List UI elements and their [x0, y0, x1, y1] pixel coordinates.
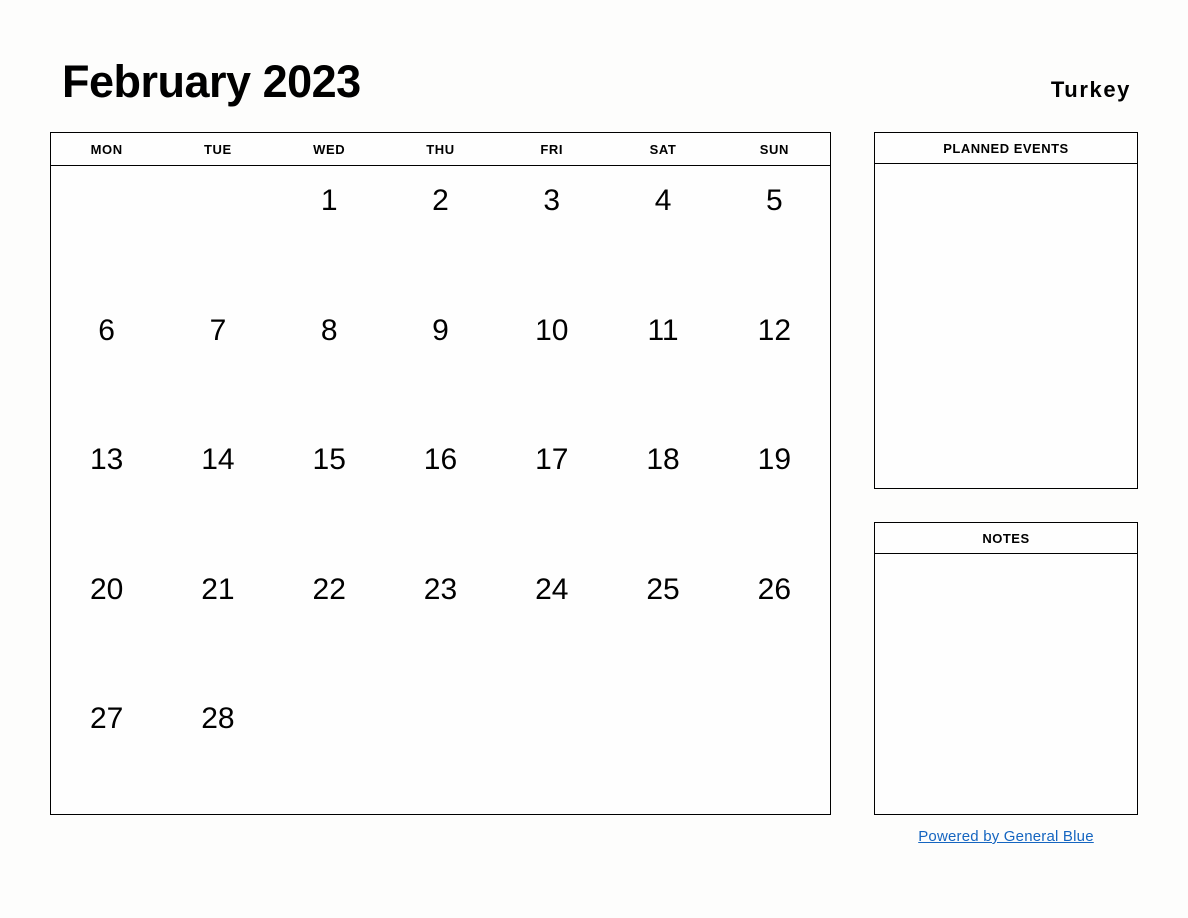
planned-events-body[interactable] [875, 164, 1137, 488]
day-number: 4 [654, 184, 672, 217]
week-row: 13 14 15 16 17 18 19 [51, 425, 830, 555]
calendar-page: February 2023 Turkey MON TUE WED THU FRI… [0, 0, 1188, 918]
planned-events-title: PLANNED EVENTS [875, 133, 1137, 164]
day-cell[interactable] [385, 684, 496, 814]
notes-panel: NOTES [874, 522, 1138, 815]
day-cell[interactable]: 18 [607, 425, 718, 555]
day-cell[interactable]: 8 [274, 296, 385, 426]
day-cell[interactable]: 4 [607, 166, 718, 296]
day-cell[interactable]: 14 [162, 425, 273, 555]
day-number: 5 [765, 184, 783, 217]
weekday-header-tue: TUE [204, 141, 232, 157]
day-cell[interactable]: 11 [607, 296, 718, 426]
page-header: February 2023 Turkey [0, 0, 1188, 132]
day-number: 9 [432, 313, 449, 347]
day-number: 13 [89, 443, 124, 477]
day-number: 23 [423, 572, 458, 606]
day-number: 1 [320, 184, 338, 217]
day-cell[interactable]: 10 [496, 296, 607, 426]
day-number: 8 [320, 313, 338, 347]
day-number: 14 [201, 443, 235, 477]
notes-body[interactable] [875, 554, 1137, 814]
day-number: 17 [535, 443, 569, 477]
powered-by-general-blue-link[interactable]: Powered by General Blue [918, 828, 1094, 845]
calendar-weeks: 1 2 3 4 5 6 7 8 9 10 11 12 13 14 15 16 1… [51, 166, 830, 814]
day-cell[interactable]: 3 [496, 166, 607, 296]
weekday-header-sat: SAT [649, 141, 677, 157]
day-number: 6 [98, 313, 115, 347]
day-number: 21 [201, 572, 235, 606]
day-number: 25 [646, 572, 680, 606]
planned-events-panel: PLANNED EVENTS [874, 132, 1138, 489]
day-cell[interactable]: 9 [385, 296, 496, 426]
day-cell[interactable] [607, 684, 718, 814]
day-cell[interactable]: 13 [51, 425, 162, 555]
day-cell[interactable]: 15 [274, 425, 385, 555]
day-cell[interactable]: 19 [719, 425, 830, 555]
day-number: 3 [543, 184, 561, 217]
day-cell[interactable]: 5 [719, 166, 830, 296]
day-cell[interactable]: 24 [496, 555, 607, 685]
day-number: 27 [89, 702, 124, 736]
weekday-header-row: MON TUE WED THU FRI SAT SUN [51, 133, 830, 166]
weekday-header-sun: SUN [759, 141, 789, 157]
day-cell[interactable] [51, 166, 162, 296]
day-number: 7 [209, 313, 227, 347]
week-row: 6 7 8 9 10 11 12 [51, 296, 830, 426]
day-number: 22 [312, 572, 346, 606]
day-number: 18 [646, 443, 680, 477]
day-cell[interactable]: 25 [607, 555, 718, 685]
weekday-header-wed: WED [313, 141, 346, 157]
day-cell[interactable]: 17 [496, 425, 607, 555]
day-number: 10 [535, 313, 569, 347]
weekday-header-mon: MON [90, 141, 123, 157]
day-number: 26 [757, 572, 792, 606]
country-label: Turkey [1050, 77, 1131, 102]
day-number: 16 [423, 443, 458, 477]
weekday-header-fri: FRI [540, 141, 564, 157]
page-footer: Powered by General Blue [874, 828, 1138, 846]
day-number: 12 [757, 313, 792, 347]
week-row: 20 21 22 23 24 25 26 [51, 555, 830, 685]
day-cell[interactable]: 12 [719, 296, 830, 426]
day-cell[interactable] [162, 166, 273, 296]
week-row: 27 28 [51, 684, 830, 814]
day-cell[interactable]: 20 [51, 555, 162, 685]
day-number: 24 [535, 572, 569, 606]
day-number: 20 [89, 572, 124, 606]
day-cell[interactable] [274, 684, 385, 814]
notes-title: NOTES [875, 523, 1137, 554]
day-cell[interactable]: 1 [274, 166, 385, 296]
calendar-grid: MON TUE WED THU FRI SAT SUN 1 2 3 4 5 6 … [50, 132, 831, 815]
day-cell[interactable]: 6 [51, 296, 162, 426]
day-number: 19 [757, 443, 792, 477]
day-cell[interactable] [719, 684, 830, 814]
day-cell[interactable]: 16 [385, 425, 496, 555]
day-cell[interactable]: 27 [51, 684, 162, 814]
day-number: 28 [201, 702, 235, 736]
day-cell[interactable] [496, 684, 607, 814]
page-title: February 2023 [62, 56, 361, 107]
day-number: 11 [647, 313, 679, 347]
day-number: 2 [432, 184, 449, 217]
day-cell[interactable]: 7 [162, 296, 273, 426]
day-cell[interactable]: 22 [274, 555, 385, 685]
day-number: 15 [312, 443, 346, 477]
day-cell[interactable]: 2 [385, 166, 496, 296]
day-cell[interactable]: 21 [162, 555, 273, 685]
day-cell[interactable]: 28 [162, 684, 273, 814]
day-cell[interactable]: 26 [719, 555, 830, 685]
week-row: 1 2 3 4 5 [51, 166, 830, 296]
day-cell[interactable]: 23 [385, 555, 496, 685]
weekday-header-thu: THU [426, 141, 455, 157]
